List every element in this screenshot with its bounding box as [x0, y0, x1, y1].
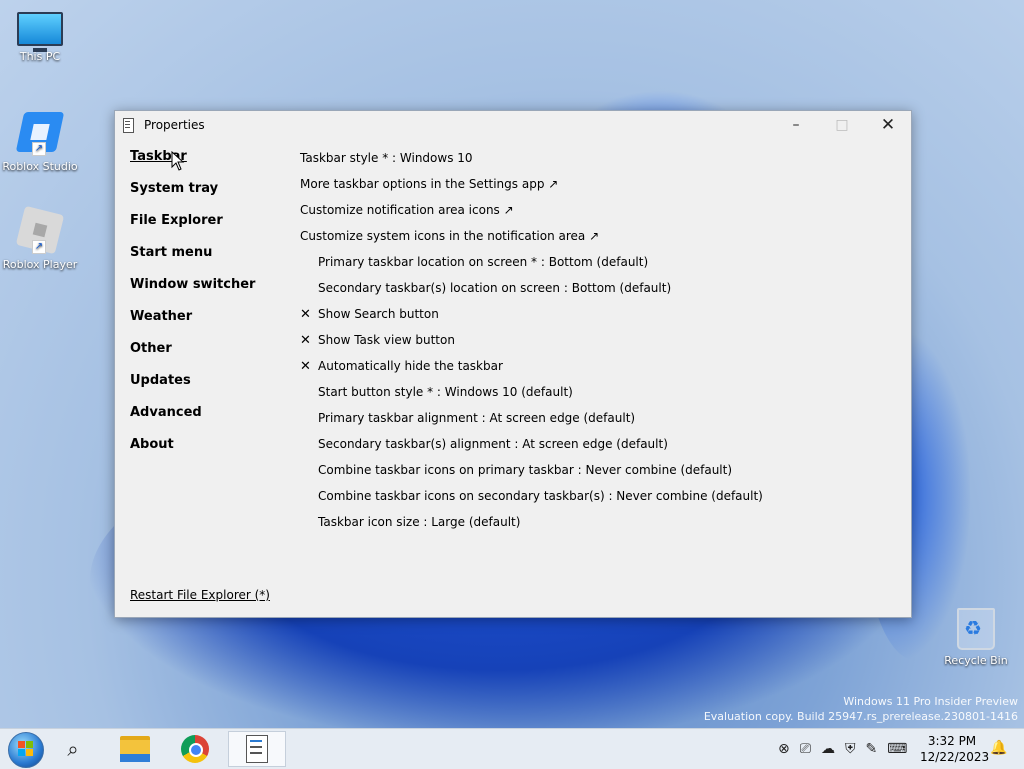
settings-list: Taskbar style * : Windows 10 More taskba… [300, 145, 880, 535]
onedrive-icon[interactable]: ☁ [821, 741, 835, 757]
system-tray: ⊗ ⎚ ☁ ⛨ ✎ ⌨ [778, 741, 907, 757]
shortcut-arrow-icon: ↗ [32, 240, 46, 254]
mouse-cursor-icon [171, 151, 185, 171]
sidebar-item-system-tray[interactable]: System tray [130, 181, 280, 213]
setting-secondary-alignment[interactable]: Secondary taskbar(s) alignment : At scre… [300, 431, 880, 457]
setting-combine-primary[interactable]: Combine taskbar icons on primary taskbar… [300, 457, 880, 483]
taskbar-file-explorer[interactable] [112, 731, 158, 767]
desktop-icon-label: Roblox Player [2, 258, 78, 271]
link-notification-area-icons[interactable]: Customize notification area icons ↗ [300, 197, 880, 223]
sidebar-item-other[interactable]: Other [130, 341, 280, 373]
network-icon[interactable]: ⎚ [800, 741, 811, 757]
sidebar-item-taskbar[interactable]: Taskbar [130, 149, 280, 181]
properties-app-icon [246, 735, 268, 763]
toggle-label: Show Search button [318, 307, 439, 321]
setting-taskbar-style[interactable]: Taskbar style * : Windows 10 [300, 145, 880, 171]
bluetooth-icon[interactable]: ⊗ [778, 741, 790, 757]
chrome-icon [181, 735, 209, 763]
setting-primary-alignment[interactable]: Primary taskbar alignment : At screen ed… [300, 405, 880, 431]
clock-time: 3:32 PM [927, 734, 977, 748]
restart-explorer-link[interactable]: Restart File Explorer (*) [130, 588, 270, 602]
sidebar-item-updates[interactable]: Updates [130, 373, 280, 405]
link-more-taskbar-options[interactable]: More taskbar options in the Settings app… [300, 171, 880, 197]
monitor-icon [17, 12, 63, 52]
search-icon: ⌕ [67, 737, 79, 761]
desktop-icon-this-pc[interactable]: This PC [0, 12, 80, 63]
properties-app-icon [123, 117, 134, 133]
taskbar-clock[interactable]: 3:32 PM 12/22/2023 [920, 733, 990, 765]
taskbar: ⌕ ⊗ ⎚ ☁ ⛨ ✎ ⌨ 3:32 PM 12/22/2023 🔔 [0, 728, 1024, 769]
toggle-label: Automatically hide the taskbar [318, 359, 503, 373]
close-button[interactable]: ✕ [865, 111, 911, 139]
toggle-show-search[interactable]: ✕ Show Search button [300, 301, 880, 327]
folder-icon [120, 736, 150, 762]
sidebar-item-weather[interactable]: Weather [130, 309, 280, 341]
link-system-icons[interactable]: Customize system icons in the notificati… [300, 223, 880, 249]
window-titlebar[interactable]: Properties – □ ✕ [115, 111, 911, 139]
desktop-icon-recycle-bin[interactable]: Recycle Bin [936, 608, 1016, 667]
toggle-auto-hide[interactable]: ✕ Automatically hide the taskbar [300, 353, 880, 379]
taskbar-search-button[interactable]: ⌕ [50, 731, 96, 767]
notification-bell-icon[interactable]: 🔔 [990, 740, 1007, 756]
keyboard-icon[interactable]: ⌨ [887, 741, 907, 757]
setting-secondary-location[interactable]: Secondary taskbar(s) location on screen … [300, 275, 880, 301]
recycle-bin-icon [957, 608, 995, 650]
pen-icon[interactable]: ✎ [865, 741, 877, 757]
desktop-icon-roblox-player[interactable]: ↗ Roblox Player [0, 205, 80, 271]
security-icon[interactable]: ⛨ [845, 741, 856, 757]
check-x-icon: ✕ [300, 332, 311, 348]
watermark-line-1: Windows 11 Pro Insider Preview [843, 695, 1018, 708]
setting-combine-secondary[interactable]: Combine taskbar icons on secondary taskb… [300, 483, 880, 509]
setting-start-button-style[interactable]: Start button style * : Windows 10 (defau… [300, 379, 880, 405]
taskbar-chrome[interactable] [172, 731, 218, 767]
sidebar-item-start-menu[interactable]: Start menu [130, 245, 280, 277]
setting-icon-size[interactable]: Taskbar icon size : Large (default) [300, 509, 880, 535]
start-button[interactable] [8, 732, 44, 768]
minimize-button[interactable]: – [773, 111, 819, 139]
sidebar-item-window-switcher[interactable]: Window switcher [130, 277, 280, 309]
desktop-icon-label: Roblox Studio [2, 160, 78, 173]
maximize-button[interactable]: □ [819, 111, 865, 139]
shortcut-arrow-icon: ↗ [32, 142, 46, 156]
desktop-icon-roblox-studio[interactable]: ↗ Roblox Studio [0, 110, 80, 173]
setting-primary-location[interactable]: Primary taskbar location on screen * : B… [300, 249, 880, 275]
check-x-icon: ✕ [300, 306, 311, 322]
sidebar-item-file-explorer[interactable]: File Explorer [130, 213, 280, 245]
check-x-icon: ✕ [300, 358, 311, 374]
watermark-line-2: Evaluation copy. Build 25947.rs_prerelea… [703, 710, 1018, 723]
toggle-label: Show Task view button [318, 333, 455, 347]
sidebar: Taskbar System tray File Explorer Start … [130, 149, 280, 469]
taskbar-properties[interactable] [228, 731, 286, 767]
windows-logo-icon [18, 741, 34, 757]
desktop-icon-label: Recycle Bin [944, 654, 1008, 667]
sidebar-item-about[interactable]: About [130, 437, 280, 469]
evaluation-watermark: Windows 11 Pro Insider Preview Evaluatio… [704, 694, 1018, 724]
sidebar-item-advanced[interactable]: Advanced [130, 405, 280, 437]
properties-window: Properties – □ ✕ Taskbar System tray Fil… [114, 110, 912, 618]
window-title: Properties [144, 118, 205, 132]
toggle-show-task-view[interactable]: ✕ Show Task view button [300, 327, 880, 353]
clock-date: 12/22/2023 [920, 750, 990, 764]
